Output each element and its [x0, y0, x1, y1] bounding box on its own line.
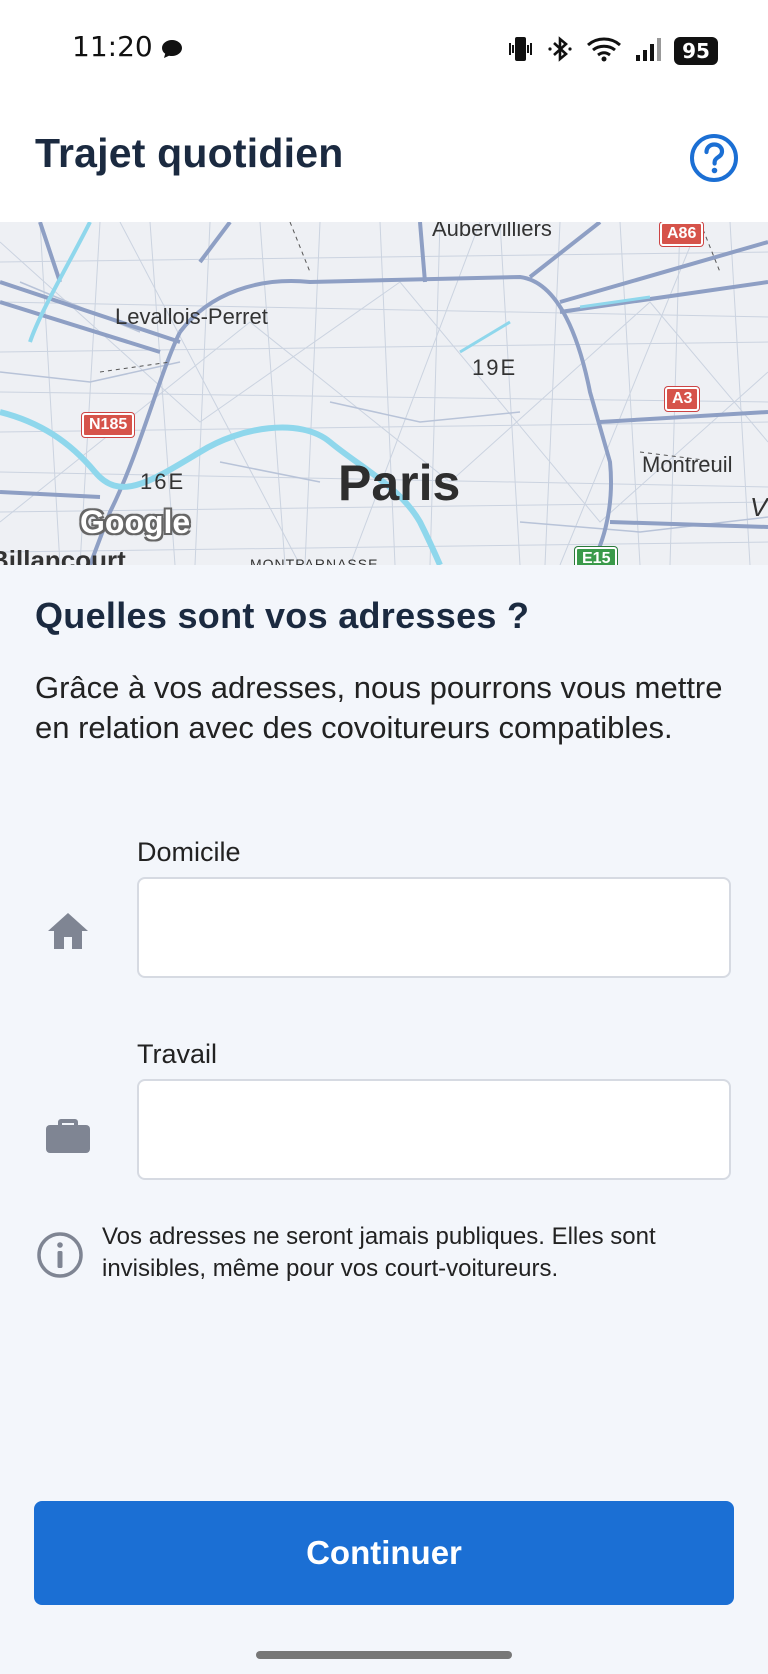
map-label-montparnasse: MONTPARNASSE — [250, 556, 379, 565]
privacy-note: Vos adresses ne seront jamais publiques.… — [102, 1223, 656, 1282]
map-label-16e: 16E — [140, 469, 186, 494]
continue-button[interactable]: Continuer — [34, 1501, 734, 1605]
map-label-paris: Paris — [338, 455, 461, 511]
status-time: 11:20 — [72, 30, 153, 63]
info-icon — [35, 1230, 85, 1280]
map-label-billancourt: Billancourt — [0, 545, 126, 565]
map-label-v: V — [750, 492, 768, 522]
app-bar: Trajet quotidien — [0, 100, 768, 222]
google-logo: Google — [80, 504, 191, 540]
home-indicator[interactable] — [256, 1651, 512, 1659]
signal-icon — [634, 35, 662, 67]
status-icons: 95 — [506, 34, 718, 68]
briefcase-icon — [44, 1109, 92, 1157]
vibrate-icon — [506, 34, 534, 68]
page-title: Trajet quotidien — [35, 130, 344, 176]
map-label-aubervilliers: Aubervilliers — [432, 222, 552, 241]
route-badge-n185: N185 — [82, 413, 135, 437]
map-label-montreuil: Montreuil — [642, 452, 733, 477]
route-badge-e15: E15 — [575, 547, 618, 565]
work-field-label: Travail — [137, 1039, 218, 1069]
map-label-levallois: Levallois-Perret — [115, 304, 268, 329]
home-icon — [44, 907, 92, 955]
status-bar: 11:20 95 — [0, 0, 768, 100]
help-circle-icon[interactable] — [688, 132, 740, 184]
map-label-19e: 19E — [472, 355, 518, 380]
chat-bubble-icon — [160, 38, 184, 64]
wifi-icon — [586, 35, 622, 67]
bluetooth-icon — [546, 34, 574, 68]
route-badge-a86: A86 — [660, 222, 704, 246]
work-address-input[interactable] — [137, 1079, 731, 1180]
description-text: Grâce à vos adresses, nous pourrons vous… — [35, 670, 723, 745]
map-view[interactable]: Aubervilliers Levallois-Perret 19E 16E P… — [0, 222, 768, 565]
section-title: Quelles sont vos adresses ? — [35, 595, 530, 636]
home-address-input[interactable] — [137, 877, 731, 978]
route-badge-a3: A3 — [665, 387, 700, 411]
home-field-label: Domicile — [137, 837, 241, 867]
battery-icon: 95 — [674, 37, 718, 65]
